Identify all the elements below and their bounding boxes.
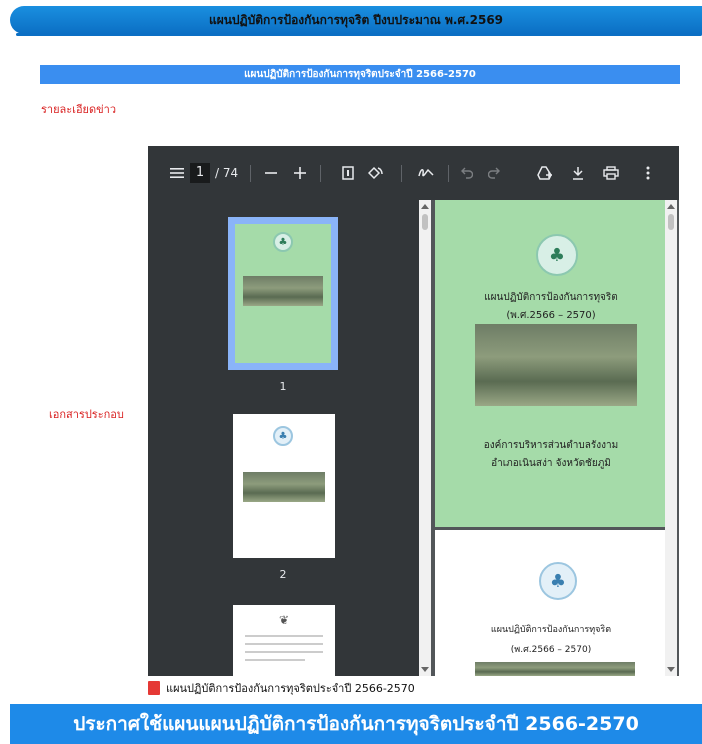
group-photo <box>243 276 323 306</box>
thumbnail-label: 2 <box>279 568 287 581</box>
emblem-icon: ♣ <box>273 426 293 446</box>
banner-underline <box>16 33 702 36</box>
section-title: แผนปฏิบัติการป้องกันการทุจริตประจำปี 256… <box>40 65 680 84</box>
garuda-emblem-icon: ❦ <box>278 613 290 627</box>
scroll-down-arrow[interactable] <box>421 667 429 672</box>
toolbar-divider <box>401 165 402 182</box>
add-drive-icon[interactable] <box>535 146 555 200</box>
scroll-thumb[interactable] <box>422 214 428 230</box>
page-title: แผนปฏิบัติการป้องกันการทุจริต <box>490 625 612 635</box>
pdf-page-1: ♣ แผนปฏิบัติการป้องกันการทุจริต (พ.ศ.256… <box>435 200 667 527</box>
undo-icon[interactable] <box>458 146 476 200</box>
emblem-icon: ♣ <box>536 234 578 276</box>
pdf-viewer[interactable]: 1 / 74 ♣ 1 ♣ 2 ❦ ♣ แผนปฏิบัติการป้องกันก… <box>148 146 679 676</box>
scroll-up-arrow[interactable] <box>421 204 429 209</box>
thumbnail-page-1[interactable]: ♣ <box>235 224 331 363</box>
pdf-toolbar: 1 / 74 <box>148 146 679 200</box>
announcement-title: ประกาศใช้แผนแผนปฏิบัติการป้องกันการทุจริ… <box>10 704 702 744</box>
page-total: / 74 <box>215 166 239 180</box>
pdf-file-icon <box>148 681 160 695</box>
zoom-out-icon[interactable] <box>262 146 280 200</box>
more-icon[interactable] <box>641 146 655 200</box>
text-line <box>245 659 305 661</box>
group-photo <box>475 324 637 406</box>
menu-icon[interactable] <box>168 146 186 200</box>
thumbnail-page-3[interactable]: ❦ <box>233 605 335 676</box>
page-years: (พ.ศ.2566 – 2570) <box>506 310 596 321</box>
scroll-down-arrow[interactable] <box>667 667 675 672</box>
scroll-up-arrow[interactable] <box>667 204 675 209</box>
toolbar-divider <box>448 165 449 182</box>
attachment-filename[interactable]: แผนปฏิบัติการป้องกันการทุจริตประจำปี 256… <box>166 679 415 697</box>
pdf-page-2: ♣ แผนปฏิบัติการป้องกันการทุจริต (พ.ศ.256… <box>435 530 667 676</box>
toolbar-divider <box>320 165 321 182</box>
emblem-icon: ♣ <box>539 562 577 600</box>
text-line <box>245 643 323 645</box>
text-line <box>245 635 323 637</box>
thumbnail-label: 1 <box>279 380 287 393</box>
download-icon[interactable] <box>569 146 587 200</box>
attachments-label: เอกสารประกอบ <box>49 408 124 421</box>
draw-icon[interactable] <box>416 146 436 200</box>
page-number-input[interactable]: 1 <box>190 163 210 183</box>
thumbnail-selected-frame[interactable]: ♣ <box>228 217 338 370</box>
scroll-thumb[interactable] <box>668 214 674 230</box>
zoom-in-icon[interactable] <box>291 146 309 200</box>
top-banner: แผนปฏิบัติการป้องกันการทุจริต ปีงบประมาณ… <box>10 6 702 34</box>
thumbnail-scrollbar[interactable] <box>419 200 431 676</box>
page-org: องค์การบริหารส่วนตำบลรังงาม <box>483 440 619 451</box>
group-photo <box>243 472 325 502</box>
rotate-icon[interactable] <box>365 146 387 200</box>
thumbnail-pane[interactable]: ♣ 1 ♣ 2 ❦ <box>148 200 426 676</box>
emblem-icon: ♣ <box>273 232 293 252</box>
page-scrollbar[interactable] <box>665 200 677 676</box>
page-title: แผนปฏิบัติการป้องกันการทุจริต <box>484 292 618 303</box>
print-icon[interactable] <box>601 146 621 200</box>
page-view[interactable]: ♣ แผนปฏิบัติการป้องกันการทุจริต (พ.ศ.256… <box>431 200 679 676</box>
thumbnail-page-2[interactable]: ♣ <box>233 414 335 558</box>
toolbar-divider <box>250 165 251 182</box>
redo-icon[interactable] <box>485 146 503 200</box>
fit-page-icon[interactable] <box>339 146 357 200</box>
attachment-link[interactable]: แผนปฏิบัติการป้องกันการทุจริตประจำปี 256… <box>148 680 415 696</box>
page-years: (พ.ศ.2566 – 2570) <box>510 645 592 655</box>
page-district: อำเภอเนินสง่า จังหวัดชัยภูมิ <box>491 458 611 469</box>
news-detail-label: รายละเอียดข่าว <box>41 103 117 116</box>
group-photo <box>475 662 635 676</box>
text-line <box>245 651 323 653</box>
